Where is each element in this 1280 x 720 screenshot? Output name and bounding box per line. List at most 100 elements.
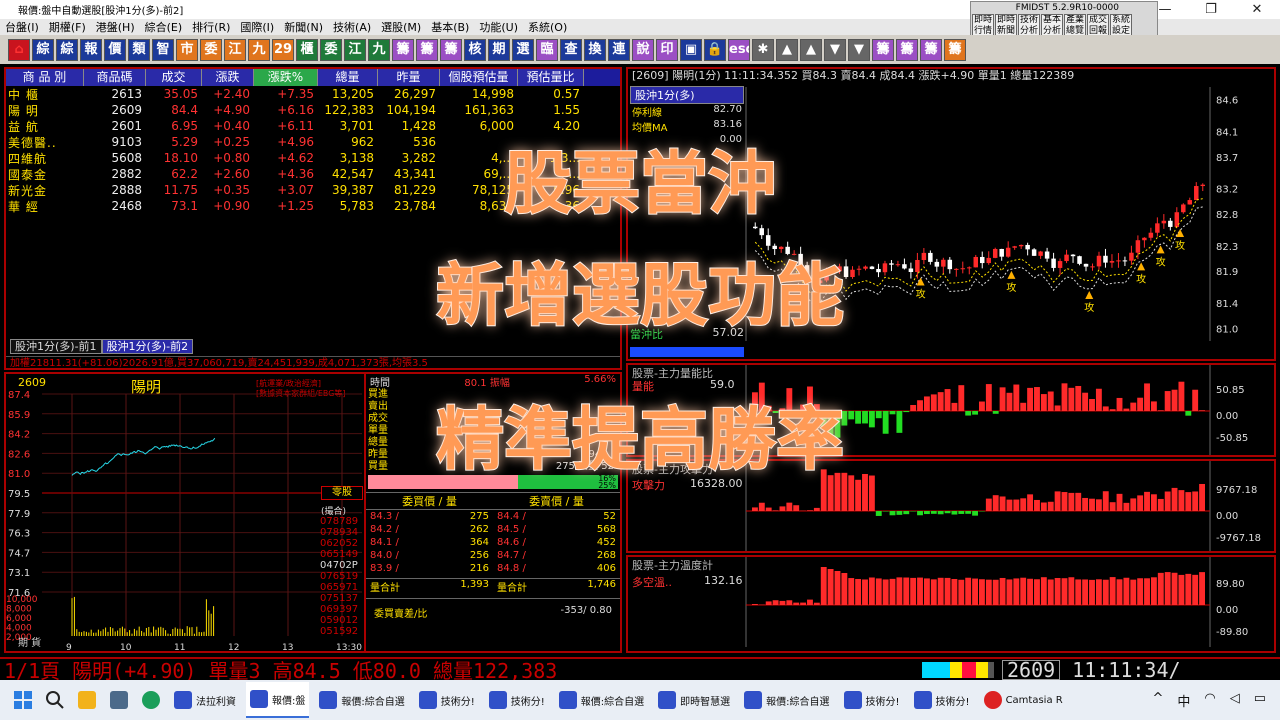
taskbar-app[interactable]: Camtasia R [980, 682, 1067, 718]
folder-icon[interactable] [74, 682, 100, 718]
toolbar-button-7[interactable]: 市 [176, 38, 198, 61]
column-header-2[interactable]: 成交 [146, 69, 202, 86]
taskbar-app[interactable]: 報價:盤 [246, 682, 310, 718]
menu-item-11[interactable]: 系統(O) [523, 19, 572, 35]
toolbar-button-4[interactable]: 價 [104, 38, 126, 61]
temperature-chart[interactable]: 89.80 0.00 -89.80 [628, 557, 1274, 651]
toolbar-button-30[interactable]: esc [728, 38, 750, 61]
toolbar-button-35[interactable]: ▼ [848, 38, 870, 61]
toolbar-button-33[interactable]: ▲ [800, 38, 822, 61]
toolbar-button-25[interactable]: 連 [608, 38, 630, 61]
fmi-button-6[interactable]: 系統設定 [1110, 14, 1132, 37]
taskbar-app[interactable]: 報價:綜合自選 [555, 682, 648, 718]
toolbar-button-28[interactable]: ▣ [680, 38, 702, 61]
table-row[interactable]: 陽 明 2609 84.4 +4.90 +6.16 122,383 104,194 161,3… [6, 102, 620, 118]
menu-item-6[interactable]: 新聞(N) [279, 19, 328, 35]
column-header-8[interactable]: 預估量比 [518, 69, 584, 86]
toolbar-button-37[interactable]: 籌 [896, 38, 918, 61]
browser-icon[interactable] [138, 682, 164, 718]
menu-item-7[interactable]: 技術(A) [328, 19, 376, 35]
start-icon[interactable] [10, 682, 36, 718]
toolbar-button-26[interactable]: 說 [632, 38, 654, 61]
toolbar-button-8[interactable]: 委 [200, 38, 222, 61]
taskbar-app[interactable]: 技術分! [415, 682, 479, 718]
close-button[interactable]: ✕ [1234, 0, 1280, 19]
menu-item-4[interactable]: 排行(R) [187, 19, 235, 35]
fmi-button-1[interactable]: 即時新聞 [995, 14, 1017, 37]
taskbar-app[interactable]: 技術分! [840, 682, 904, 718]
toolbar-button-22[interactable]: 臨 [536, 38, 558, 61]
column-header-4[interactable]: 漲跌% [254, 69, 318, 86]
column-header-0[interactable]: 商 品 別 [6, 69, 84, 86]
toolbar-button-5[interactable]: 類 [128, 38, 150, 61]
fmi-button-5[interactable]: 成交回報 [1087, 14, 1109, 37]
search-icon[interactable] [42, 682, 68, 718]
menu-item-0[interactable]: 台盤(I) [0, 19, 44, 35]
monitor-icon[interactable] [106, 682, 132, 718]
toolbar-button-9[interactable]: 江 [224, 38, 246, 61]
ime-indicator[interactable]: 中 [1177, 691, 1190, 710]
taskbar-app[interactable]: 技術分! [485, 682, 549, 718]
toolbar-button-17[interactable]: 籌 [416, 38, 438, 61]
taskbar-app[interactable]: 即時智慧選 [654, 682, 734, 718]
fmi-button-3[interactable]: 基本分析 [1041, 14, 1063, 37]
table-row[interactable]: 中 櫃 2613 35.05 +2.40 +7.35 13,205 26,297 14,998… [6, 86, 620, 102]
menu-item-8[interactable]: 選股(M) [376, 19, 426, 35]
fmi-button-4[interactable]: 產業總覽 [1064, 14, 1086, 37]
taskbar-app[interactable]: 法拉利資 [170, 682, 240, 718]
book-row[interactable]: 84.3 / 275 84.4 / 52 [366, 510, 620, 523]
column-header-5[interactable]: 總量 [318, 69, 378, 86]
taskbar-app[interactable]: 報價:綜合自選 [740, 682, 833, 718]
book-row[interactable]: 84.0 / 256 84.7 / 268 [366, 549, 620, 562]
column-header-7[interactable]: 個股預估量 [440, 69, 518, 86]
column-header-1[interactable]: 商品碼 [84, 69, 146, 86]
toolbar-button-11[interactable]: 29 [272, 38, 294, 61]
toolbar-button-24[interactable]: 換 [584, 38, 606, 61]
fmi-button-0[interactable]: 即時行情 [972, 14, 994, 37]
toolbar-button-19[interactable]: 核 [464, 38, 486, 61]
toolbar-button-13[interactable]: 委 [320, 38, 342, 61]
book-row[interactable]: 83.9 / 216 84.8 / 406 [366, 562, 620, 575]
oddlot-button[interactable]: 零股 [321, 486, 363, 500]
toolbar-button-1[interactable]: 綜 [32, 38, 54, 61]
toolbar-button-6[interactable]: 智 [152, 38, 174, 61]
toolbar-button-32[interactable]: ▲ [776, 38, 798, 61]
toolbar-button-31[interactable]: ✱ [752, 38, 774, 61]
toolbar-button-15[interactable]: 九 [368, 38, 390, 61]
volume-icon[interactable]: ◁ [1230, 691, 1240, 710]
toolbar-button-0[interactable]: ⌂ [8, 38, 30, 61]
toolbar-button-21[interactable]: 選 [512, 38, 534, 61]
menu-item-5[interactable]: 國際(I) [235, 19, 279, 35]
taskbar-app[interactable]: 報價:綜合自選 [315, 682, 408, 718]
book-row[interactable]: 84.1 / 364 84.6 / 452 [366, 536, 620, 549]
taskbar-app[interactable]: 技術分! [910, 682, 974, 718]
tray-expand-icon[interactable]: ^ [1152, 691, 1163, 710]
toolbar-button-34[interactable]: ▼ [824, 38, 846, 61]
toolbar-button-3[interactable]: 報 [80, 38, 102, 61]
fmi-button-2[interactable]: 技術分析 [1018, 14, 1040, 37]
toolbar-button-27[interactable]: 印 [656, 38, 678, 61]
book-row[interactable]: 84.2 / 262 84.5 / 568 [366, 523, 620, 536]
tab-list-2[interactable]: 股沖1分(多)-前2 [101, 339, 194, 354]
menu-item-9[interactable]: 基本(B) [426, 19, 474, 35]
toolbar-button-14[interactable]: 江 [344, 38, 366, 61]
menu-item-2[interactable]: 港盤(H) [91, 19, 140, 35]
maximize-button[interactable]: ❐ [1188, 0, 1234, 19]
toolbar-button-23[interactable]: 查 [560, 38, 582, 61]
menu-item-3[interactable]: 綜合(E) [140, 19, 188, 35]
toolbar-button-18[interactable]: 籌 [440, 38, 462, 61]
toolbar-button-16[interactable]: 籌 [392, 38, 414, 61]
wifi-icon[interactable]: ◠ [1204, 691, 1215, 710]
toolbar-button-2[interactable]: 綜 [56, 38, 78, 61]
toolbar-button-29[interactable]: 🔒 [704, 38, 726, 61]
toolbar-button-12[interactable]: 櫃 [296, 38, 318, 61]
toolbar-button-20[interactable]: 期 [488, 38, 510, 61]
menu-item-10[interactable]: 功能(U) [474, 19, 523, 35]
toolbar-button-39[interactable]: 籌 [944, 38, 966, 61]
battery-icon[interactable]: ▭ [1254, 691, 1266, 710]
menu-item-1[interactable]: 期權(F) [44, 19, 91, 35]
column-header-3[interactable]: 漲跌 [202, 69, 254, 86]
column-header-6[interactable]: 昨量 [378, 69, 440, 86]
toolbar-button-38[interactable]: 籌 [920, 38, 942, 61]
toolbar-button-10[interactable]: 九 [248, 38, 270, 61]
